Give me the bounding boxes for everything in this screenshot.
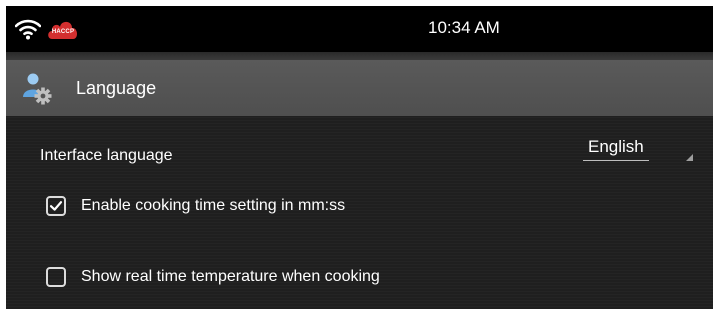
status-divider [6,52,713,60]
page-title: Language [76,78,157,98]
page-header: Language [6,60,713,116]
app-frame: HACCP 10:34 AM Language Interface langua… [6,6,713,309]
wifi-icon [14,18,42,45]
user-settings-icon [20,70,58,113]
status-time: 10:34 AM [428,18,500,37]
option-label: Enable cooking time setting in mm:ss [81,197,346,214]
dropdown-caret-icon [686,154,693,161]
language-dropdown[interactable]: English [583,134,697,166]
option-cooking-time-mmss[interactable]: Enable cooking time setting in mm:ss [46,193,345,219]
option-real-time-temperature[interactable]: Show real time temperature when cooking [46,264,380,290]
dropdown-underline [583,160,649,161]
option-label: Show real time temperature when cooking [81,268,380,285]
checkbox-checked-icon[interactable] [46,196,66,216]
interface-language-label: Interface language [40,147,173,164]
haccp-badge: HACCP [51,29,75,35]
settings-panel: Interface language English Enable cookin… [6,116,713,309]
status-bar: HACCP 10:34 AM [6,6,713,52]
cloud-icon: HACCP [46,18,80,40]
language-selected-value: English [588,137,644,156]
checkbox-unchecked-icon[interactable] [46,267,66,287]
